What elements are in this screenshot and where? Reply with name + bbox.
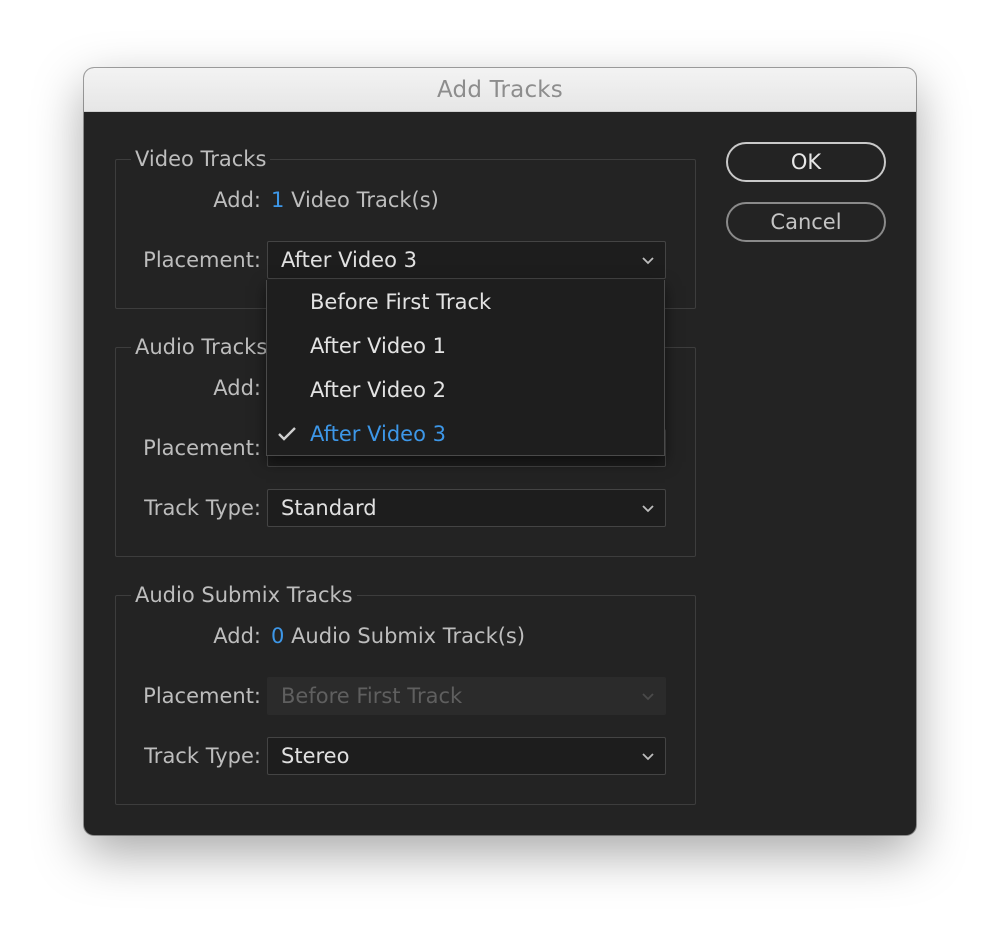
dialog-title: Add Tracks: [84, 68, 916, 112]
menu-item-label: Before First Track: [310, 290, 492, 314]
video-tracks-legend: Video Tracks: [131, 146, 271, 172]
video-placement-select[interactable]: After Video 3: [267, 241, 666, 279]
menu-item-after-video-3[interactable]: After Video 3: [267, 412, 664, 456]
audio-track-type-select[interactable]: Standard: [267, 489, 666, 527]
menu-item-label: After Video 3: [310, 422, 446, 446]
submix-add-count[interactable]: 0: [271, 624, 284, 648]
menu-item-label: After Video 1: [310, 334, 446, 358]
menu-item-after-video-1[interactable]: After Video 1: [267, 324, 664, 368]
video-placement-value: After Video 3: [281, 248, 417, 272]
placement-dropdown-menu: Before First Track After Video 1 After V…: [266, 280, 665, 456]
submix-add-unit: Audio Submix Track(s): [291, 624, 526, 648]
submix-track-type-label: Track Type:: [144, 744, 261, 768]
submix-placement-label: Placement:: [143, 684, 261, 708]
menu-item-after-video-2[interactable]: After Video 2: [267, 368, 664, 412]
checkmark-icon: [278, 427, 296, 441]
chevron-down-icon: [642, 257, 654, 265]
video-placement-label: Placement:: [143, 248, 261, 272]
ok-button[interactable]: OK: [726, 142, 886, 182]
submix-tracks-group: Audio Submix Tracks Add: 0 Audio Submix …: [115, 582, 696, 805]
audio-tracks-legend: Audio Tracks: [131, 334, 272, 360]
submix-track-type-value: Stereo: [281, 744, 350, 768]
add-tracks-dialog: Add Tracks Video Tracks Add: 1 Video Tra…: [84, 68, 916, 835]
audio-track-type-value: Standard: [281, 496, 377, 520]
menu-item-before-first-track[interactable]: Before First Track: [267, 280, 664, 324]
submix-track-type-select[interactable]: Stereo: [267, 737, 666, 775]
audio-placement-label: Placement:: [143, 436, 261, 460]
submix-tracks-legend: Audio Submix Tracks: [131, 582, 357, 608]
video-add-count[interactable]: 1: [271, 188, 284, 212]
submix-add-value: 0 Audio Submix Track(s): [271, 622, 525, 650]
cancel-button[interactable]: Cancel: [726, 202, 886, 242]
video-add-value: 1 Video Track(s): [271, 186, 439, 214]
submix-placement-value: Before First Track: [281, 684, 463, 708]
video-add-label: Add:: [213, 188, 261, 212]
chevron-down-icon: [642, 753, 654, 761]
submix-placement-select: Before First Track: [267, 677, 666, 715]
chevron-down-icon: [642, 505, 654, 513]
video-add-unit: Video Track(s): [291, 188, 439, 212]
audio-add-label: Add:: [213, 376, 261, 400]
audio-track-type-label: Track Type:: [144, 496, 261, 520]
menu-item-label: After Video 2: [310, 378, 446, 402]
submix-add-label: Add:: [213, 624, 261, 648]
chevron-down-icon: [642, 693, 654, 701]
